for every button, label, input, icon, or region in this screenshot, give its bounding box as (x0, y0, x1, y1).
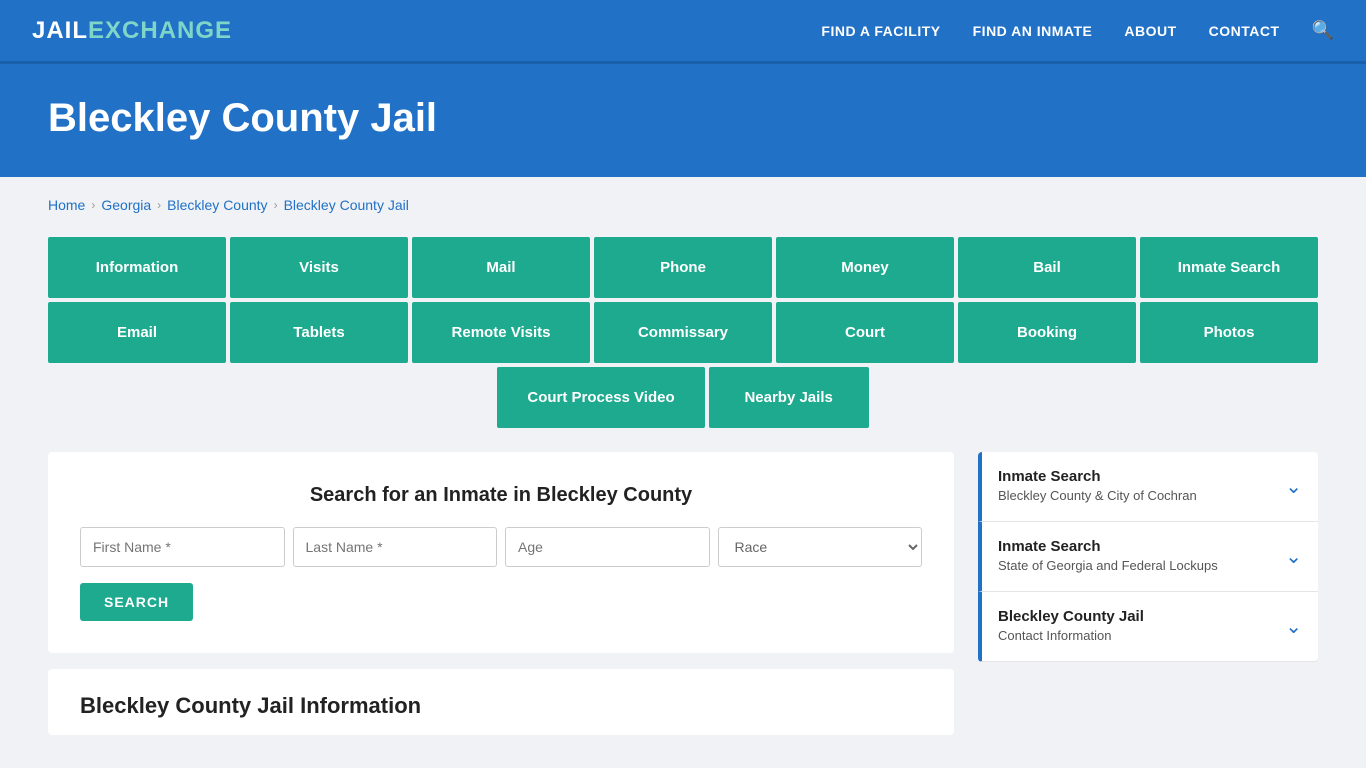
race-select[interactable]: Race White Black Hispanic Asian Other (718, 527, 923, 567)
btn-court[interactable]: Court (776, 302, 954, 363)
nav-contact[interactable]: CONTACT (1209, 23, 1280, 39)
site-logo[interactable]: JAIL EXCHANGE (32, 17, 232, 45)
sidebar-card-subtitle-2: State of Georgia and Federal Lockups (998, 558, 1218, 573)
breadcrumb: Home › Georgia › Bleckley County › Bleck… (48, 197, 1318, 213)
nav-find-facility[interactable]: FIND A FACILITY (821, 23, 940, 39)
btn-commissary[interactable]: Commissary (594, 302, 772, 363)
sidebar: Inmate Search Bleckley County & City of … (978, 452, 1318, 662)
btn-inmate-search[interactable]: Inmate Search (1140, 237, 1318, 298)
sidebar-card-text-3: Bleckley County Jail Contact Information (998, 608, 1144, 645)
hero-section: Bleckley County Jail (0, 64, 1366, 177)
logo-exchange: EXCHANGE (88, 17, 232, 45)
sidebar-card-inmate-search-state[interactable]: Inmate Search State of Georgia and Feder… (978, 522, 1318, 592)
button-grid-row2: Email Tablets Remote Visits Commissary C… (48, 302, 1318, 363)
btn-bail[interactable]: Bail (958, 237, 1136, 298)
sidebar-card-inmate-search-local[interactable]: Inmate Search Bleckley County & City of … (978, 452, 1318, 522)
sidebar-card-subtitle-3: Contact Information (998, 628, 1111, 643)
btn-money[interactable]: Money (776, 237, 954, 298)
sidebar-card-text-2: Inmate Search State of Georgia and Feder… (998, 538, 1218, 575)
logo-jail: JAIL (32, 17, 88, 45)
navbar: JAIL EXCHANGE FIND A FACILITY FIND AN IN… (0, 0, 1366, 64)
sidebar-card-title-2: Inmate Search (998, 538, 1218, 555)
btn-photos[interactable]: Photos (1140, 302, 1318, 363)
nav-about[interactable]: ABOUT (1124, 23, 1176, 39)
button-grid-row3: Court Process Video Nearby Jails (48, 367, 1318, 428)
btn-nearby-jails[interactable]: Nearby Jails (709, 367, 869, 428)
search-button[interactable]: SEARCH (80, 583, 193, 621)
navbar-nav: FIND A FACILITY FIND AN INMATE ABOUT CON… (821, 20, 1334, 41)
chevron-down-icon-2: ⌄ (1285, 544, 1302, 569)
btn-mail[interactable]: Mail (412, 237, 590, 298)
btn-booking[interactable]: Booking (958, 302, 1136, 363)
breadcrumb-bleckley-county[interactable]: Bleckley County (167, 197, 267, 213)
first-name-input[interactable] (80, 527, 285, 567)
sidebar-card-contact-info[interactable]: Bleckley County Jail Contact Information… (978, 592, 1318, 662)
btn-information[interactable]: Information (48, 237, 226, 298)
nav-find-inmate[interactable]: FIND AN INMATE (973, 23, 1093, 39)
btn-phone[interactable]: Phone (594, 237, 772, 298)
btn-court-process-video[interactable]: Court Process Video (497, 367, 704, 428)
btn-email[interactable]: Email (48, 302, 226, 363)
inmate-search-box: Search for an Inmate in Bleckley County … (48, 452, 954, 653)
info-section: Bleckley County Jail Information (48, 669, 954, 735)
sidebar-card-subtitle-1: Bleckley County & City of Cochran (998, 488, 1197, 503)
main-column: Search for an Inmate in Bleckley County … (48, 452, 954, 735)
chevron-down-icon-1: ⌄ (1285, 474, 1302, 499)
search-inputs: Race White Black Hispanic Asian Other (80, 527, 922, 567)
age-input[interactable] (505, 527, 710, 567)
info-title: Bleckley County Jail Information (80, 693, 922, 719)
last-name-input[interactable] (293, 527, 498, 567)
content-area: Home › Georgia › Bleckley County › Bleck… (0, 177, 1366, 767)
search-title: Search for an Inmate in Bleckley County (80, 484, 922, 507)
search-icon[interactable]: 🔍 (1312, 20, 1334, 41)
sidebar-card-title-1: Inmate Search (998, 468, 1197, 485)
chevron-down-icon-3: ⌄ (1285, 614, 1302, 639)
sidebar-card-title-3: Bleckley County Jail (998, 608, 1144, 625)
btn-remote-visits[interactable]: Remote Visits (412, 302, 590, 363)
button-grid-row1: Information Visits Mail Phone Money Bail… (48, 237, 1318, 298)
breadcrumb-chevron-3: › (274, 198, 278, 212)
main-layout: Search for an Inmate in Bleckley County … (48, 452, 1318, 735)
page-title: Bleckley County Jail (48, 96, 1318, 141)
breadcrumb-georgia[interactable]: Georgia (101, 197, 151, 213)
breadcrumb-chevron-2: › (157, 198, 161, 212)
btn-visits[interactable]: Visits (230, 237, 408, 298)
breadcrumb-chevron-1: › (91, 198, 95, 212)
breadcrumb-home[interactable]: Home (48, 197, 85, 213)
breadcrumb-current: Bleckley County Jail (284, 197, 409, 213)
btn-tablets[interactable]: Tablets (230, 302, 408, 363)
sidebar-card-text-1: Inmate Search Bleckley County & City of … (998, 468, 1197, 505)
